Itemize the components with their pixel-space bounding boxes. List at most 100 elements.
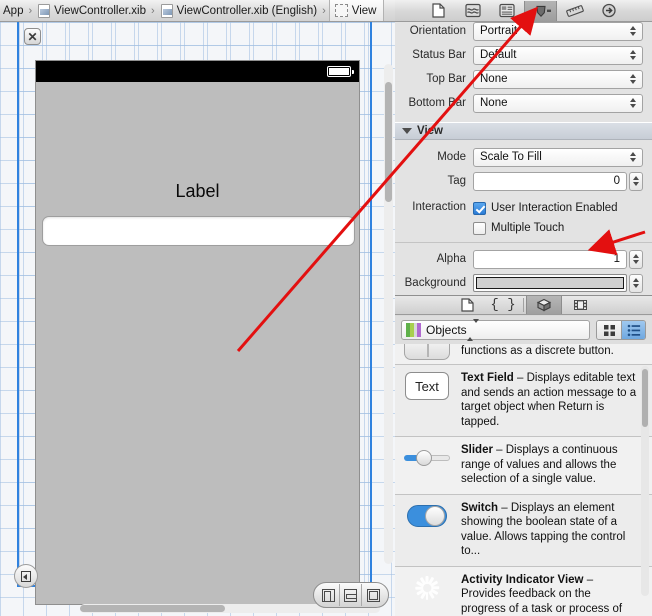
view-section-header[interactable]: View: [395, 122, 652, 140]
media-library-tab[interactable]: [562, 296, 598, 314]
list-item[interactable]: Switch – Displays an element showing the…: [395, 494, 652, 567]
top-bar-row: Top Bar None: [395, 68, 652, 90]
list-item[interactable]: functions as a discrete button.: [395, 344, 652, 365]
grid-view-button[interactable]: [597, 321, 621, 339]
slider-icon: [401, 443, 453, 473]
breadcrumb-label: ViewController.xib (English): [176, 4, 318, 17]
library-category-select[interactable]: Objects: [401, 319, 590, 341]
identity-card-icon: [498, 3, 515, 18]
utilities-area: Orientation Portrait Status Bar Default …: [395, 0, 652, 616]
list-item-title: Activity Indicator View: [461, 573, 584, 586]
tag-label: Tag: [447, 175, 466, 187]
library-scrollbar[interactable]: [641, 366, 649, 596]
mode-select[interactable]: Scale To Fill: [473, 147, 643, 167]
list-item[interactable]: Text Text Field – Displays editable text…: [395, 365, 652, 437]
list-item-text: Slider – Displays a continuous range of …: [461, 443, 638, 487]
object-library-list[interactable]: functions as a discrete button. Text Tex…: [395, 344, 652, 616]
toggle-outline-view-button[interactable]: [14, 564, 38, 588]
user-interaction-enabled-label: User Interaction Enabled: [491, 202, 618, 214]
orientation-label: Orientation: [409, 25, 466, 37]
canvas-label[interactable]: Label: [36, 181, 359, 202]
file-inspector-tab[interactable]: [422, 1, 455, 21]
outline-toggle-icon: [21, 570, 31, 582]
orientation-select[interactable]: Portrait: [473, 22, 643, 41]
file-template-library-tab[interactable]: [449, 296, 485, 314]
list-view-button[interactable]: [621, 321, 645, 339]
canvas-text-field[interactable]: [42, 216, 355, 246]
resolve-autolayout-button[interactable]: [362, 584, 384, 606]
attributes-inspector-body: Orientation Portrait Status Bar Default …: [395, 22, 652, 295]
tag-stepper[interactable]: [629, 171, 643, 191]
breadcrumb-item-viewcontroller-xib-english[interactable]: ViewController.xib (English): [158, 0, 319, 21]
library-tab-bar: { }: [395, 295, 652, 315]
quick-help-inspector-tab[interactable]: [456, 1, 489, 21]
tag-input[interactable]: 0: [473, 171, 627, 191]
background-row: Background: [395, 272, 652, 294]
arrow-circle-icon: [601, 3, 616, 18]
battery-icon: [327, 66, 354, 77]
code-snippet-library-tab[interactable]: { }: [485, 296, 521, 314]
library-header: Objects: [395, 316, 652, 344]
size-inspector-tab[interactable]: [558, 1, 591, 21]
breadcrumb-item-viewcontroller-xib[interactable]: ViewController.xib: [35, 0, 148, 21]
device-view-preview[interactable]: Label: [35, 60, 360, 605]
pin-button[interactable]: [340, 584, 362, 606]
rounded-rect-button-icon: [401, 344, 453, 360]
orientation-value: Portrait: [480, 25, 518, 37]
attributes-inspector-tab[interactable]: [524, 0, 557, 21]
alpha-label: Alpha: [436, 253, 466, 265]
user-interaction-enabled-checkbox[interactable]: User Interaction Enabled: [473, 198, 643, 218]
checkbox-icon: [473, 221, 486, 235]
list-item-title: Switch: [461, 501, 499, 514]
library-palette-icon: [406, 323, 421, 337]
identity-inspector-tab[interactable]: [490, 1, 523, 21]
alpha-input[interactable]: 1: [473, 249, 627, 269]
switch-icon: [401, 501, 453, 531]
list-item[interactable]: Slider – Displays a continuous range of …: [395, 437, 652, 495]
document-icon: [460, 298, 474, 312]
list-item-description: functions as a discrete button.: [461, 345, 614, 357]
chevron-updown-icon: [626, 72, 639, 87]
simulated-status-bar: [36, 61, 359, 82]
mode-value: Scale To Fill: [480, 151, 542, 163]
breadcrumb-separator: ›: [322, 4, 326, 17]
divider: [395, 242, 652, 243]
breadcrumb-item-app[interactable]: App: [0, 0, 25, 21]
multiple-touch-label: Multiple Touch: [491, 222, 565, 234]
list-item[interactable]: Activity Indicator View – Provides feedb…: [395, 566, 652, 616]
cube-icon: [536, 298, 552, 311]
list-item-text: Text Field – Displays editable text and …: [461, 371, 638, 429]
multiple-touch-checkbox[interactable]: Multiple Touch: [473, 218, 643, 238]
close-icon[interactable]: ✕: [24, 28, 41, 45]
alpha-stepper[interactable]: [629, 249, 643, 269]
mode-row: Mode Scale To Fill: [395, 146, 652, 168]
bottom-bar-value: None: [480, 97, 508, 109]
breadcrumb-separator: ›: [28, 4, 33, 17]
align-button[interactable]: [318, 584, 340, 606]
object-library-tab[interactable]: [526, 296, 562, 314]
bottom-bar-select[interactable]: None: [473, 93, 643, 113]
connections-inspector-tab[interactable]: [592, 1, 625, 21]
background-color-well[interactable]: [473, 274, 627, 292]
canvas-vertical-scrollbar[interactable]: [384, 64, 393, 564]
breadcrumb-label: ViewController.xib: [54, 4, 146, 17]
breadcrumb: App › ViewController.xib › ViewControlle…: [0, 0, 395, 22]
canvas[interactable]: ✕ Label: [0, 22, 395, 616]
background-color-popup[interactable]: [629, 273, 643, 293]
list-item-title: Slider: [461, 444, 493, 456]
interaction-row: Interaction User Interaction Enabled Mul…: [395, 198, 652, 238]
alpha-row: Alpha 1: [395, 248, 652, 270]
mode-label: Mode: [437, 151, 466, 163]
status-bar-label: Status Bar: [412, 49, 466, 61]
xib-file-icon: [38, 3, 51, 18]
top-bar-select[interactable]: None: [473, 69, 643, 89]
view-section-title: View: [417, 125, 443, 137]
breadcrumb-item-view[interactable]: View: [328, 0, 385, 21]
disclosure-triangle-icon: [402, 128, 412, 134]
breadcrumb-label: View: [351, 4, 377, 17]
orientation-row: Orientation Portrait: [395, 22, 652, 42]
list-item-title: Text Field: [461, 372, 514, 384]
inspector-tab-bar: [395, 0, 652, 22]
grid-icon: [603, 324, 615, 336]
status-bar-select[interactable]: Default: [473, 45, 643, 65]
